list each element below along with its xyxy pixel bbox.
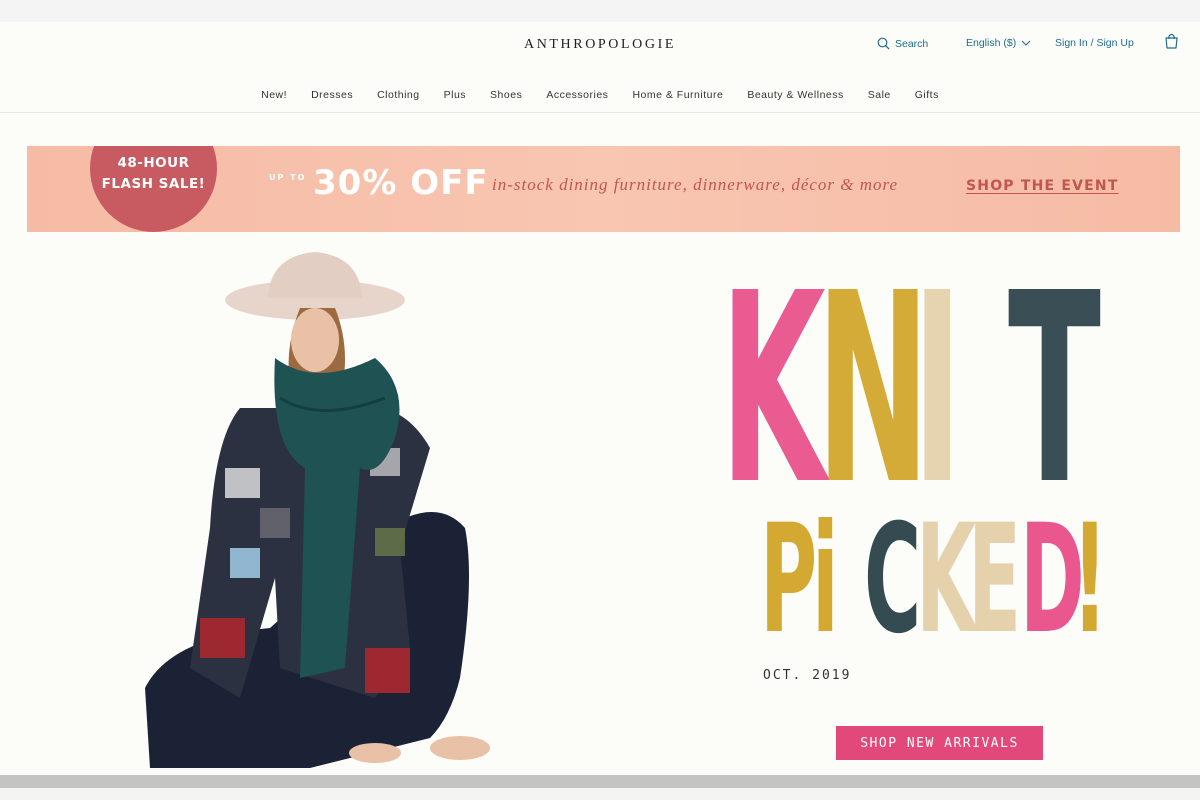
nav-item-dresses[interactable]: Dresses bbox=[311, 89, 353, 101]
headline-letter-c: C bbox=[864, 493, 922, 667]
nav-item-beauty-wellness[interactable]: Beauty & Wellness bbox=[747, 89, 843, 101]
nav-item-plus[interactable]: Plus bbox=[444, 89, 466, 101]
headline-picked: P i C K E D ! bbox=[760, 493, 1124, 667]
headline-letter-t: T bbox=[1008, 237, 1101, 542]
site-header: ANTHROPOLOGIE Search English ($) Sign In… bbox=[0, 22, 1200, 113]
search-icon bbox=[877, 37, 890, 50]
horizontal-scrollbar[interactable] bbox=[0, 775, 1200, 788]
shop-the-event-link[interactable]: SHOP THE EVENT bbox=[966, 178, 1119, 194]
flash-sale-line2: FLASH SALE! bbox=[101, 176, 206, 192]
sign-in-link[interactable]: Sign In / Sign Up bbox=[1055, 37, 1134, 49]
nav-item-home-furniture[interactable]: Home & Furniture bbox=[632, 89, 723, 101]
banner-discount: 30% OFF bbox=[313, 163, 489, 203]
headline-letter-d: D bbox=[1020, 493, 1085, 667]
nav-item-gifts[interactable]: Gifts bbox=[915, 89, 939, 101]
banner-upto: UP TO bbox=[269, 173, 307, 182]
headline-letter-i: I bbox=[912, 237, 963, 542]
headline-letter-exclamation: ! bbox=[1072, 493, 1108, 667]
nav-item-clothing[interactable]: Clothing bbox=[377, 89, 420, 101]
hero-date: OCT. 2019 bbox=[763, 668, 852, 683]
hero-section: K N I T P i C K E D ! OCT. 2019 SHOP NEW… bbox=[0, 248, 1200, 775]
browser-top-strip bbox=[0, 0, 1200, 22]
nav-item-new[interactable]: New! bbox=[261, 89, 287, 101]
headline-letter-p: P bbox=[760, 493, 818, 667]
chevron-down-icon bbox=[1021, 40, 1031, 46]
headline-knit: K N I T bbox=[720, 237, 1104, 542]
search-label: Search bbox=[895, 37, 929, 50]
language-label: English ($) bbox=[966, 37, 1017, 49]
flash-sale-banner[interactable]: 48-HOUR FLASH SALE! UP TO 30% OFF in-sto… bbox=[27, 146, 1180, 232]
search-button[interactable]: Search bbox=[877, 37, 928, 50]
headline-letter-n: N bbox=[816, 237, 930, 542]
banner-offer-text: in-stock dining furniture, dinnerware, d… bbox=[492, 175, 899, 194]
language-selector[interactable]: English ($) bbox=[966, 37, 1031, 49]
nav-item-shoes[interactable]: Shoes bbox=[490, 89, 522, 101]
headline-letter-k2: K bbox=[916, 493, 977, 667]
flash-sale-text: 48-HOUR FLASH SALE! bbox=[90, 153, 217, 195]
cart-button[interactable] bbox=[1163, 33, 1180, 49]
nav-item-accessories[interactable]: Accessories bbox=[546, 89, 608, 101]
model-photo[interactable] bbox=[130, 248, 560, 775]
nav-item-sale[interactable]: Sale bbox=[868, 89, 891, 101]
shopping-bag-icon bbox=[1165, 33, 1178, 49]
headline-letter-k: K bbox=[720, 237, 826, 542]
shop-new-arrivals-button[interactable]: SHOP NEW ARRIVALS bbox=[836, 726, 1043, 760]
main-nav: New! Dresses Clothing Plus Shoes Accesso… bbox=[0, 89, 1200, 101]
main-content: 48-HOUR FLASH SALE! UP TO 30% OFF in-sto… bbox=[0, 113, 1200, 775]
flash-sale-line1: 48-HOUR bbox=[117, 155, 190, 171]
headline-letter-i2: i bbox=[812, 493, 839, 667]
headline-letter-e: E bbox=[968, 493, 1022, 667]
sign-in-label: Sign In / Sign Up bbox=[1055, 37, 1134, 49]
